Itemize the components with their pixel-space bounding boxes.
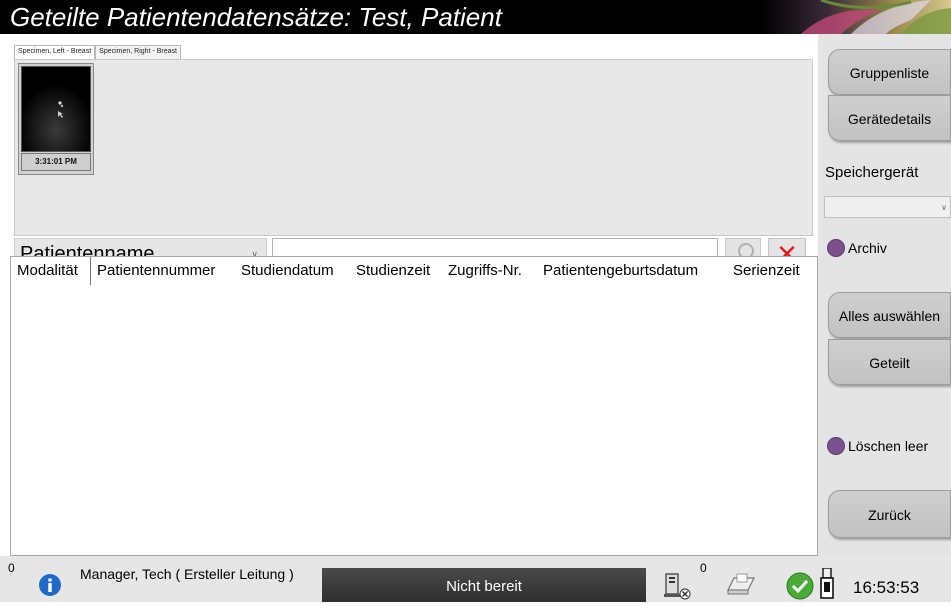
thumbnail-panel: 3:31:01 PM: [14, 59, 813, 236]
column-header-accession[interactable]: Zugriffs-Nr.: [442, 257, 537, 285]
radio-indicator: [827, 437, 845, 455]
ok-check-icon[interactable]: [786, 572, 814, 600]
column-header-birth-date[interactable]: Patientengeburtsdatum: [537, 257, 727, 285]
usb-icon[interactable]: [820, 568, 834, 600]
storage-device-label: Speichergerät: [825, 164, 919, 181]
right-sidebar: Gruppenliste Gerätedetails Speichergerät…: [818, 34, 951, 556]
print-queue-icon[interactable]: [722, 572, 758, 598]
table-header: Modalität Patientennummer Studiendatum S…: [11, 257, 817, 285]
delete-empty-radio[interactable]: Löschen leer: [827, 437, 928, 455]
window-title: Geteilte Patientendatensätze: Test, Pati…: [10, 2, 502, 32]
device-details-button[interactable]: Gerätedetails: [828, 95, 951, 141]
column-header-modality[interactable]: Modalität: [11, 257, 91, 285]
image-thumbnail[interactable]: 3:31:01 PM: [18, 63, 94, 175]
delete-empty-radio-label: Löschen leer: [848, 438, 929, 454]
shared-button[interactable]: Geteilt: [828, 339, 951, 385]
column-header-patient-id[interactable]: Patientennummer: [91, 257, 235, 285]
info-icon[interactable]: [38, 573, 62, 597]
column-header-study-date[interactable]: Studiendatum: [235, 257, 350, 285]
chevron-down-icon: ∨: [941, 203, 947, 212]
archive-radio[interactable]: Archiv: [827, 239, 887, 257]
results-table: Modalität Patientennummer Studiendatum S…: [10, 256, 818, 556]
flower-banner-icon: [761, 0, 951, 34]
status-bar: 0 Manager, Tech ( Ersteller Leitung ) Ni…: [0, 556, 951, 602]
select-all-button[interactable]: Alles auswählen: [828, 292, 951, 338]
tab-specimen-right[interactable]: Specimen, Right - Breast: [95, 45, 181, 60]
column-header-series-time[interactable]: Serienzeit: [727, 257, 815, 285]
storage-device-select[interactable]: ∨: [824, 196, 951, 218]
main-panel: Specimen, Left - Breast Specimen, Right …: [0, 34, 818, 556]
archive-radio-label: Archiv: [848, 240, 887, 256]
title-bar: Geteilte Patientendatensätze: Test, Pati…: [0, 0, 951, 34]
column-header-study-time[interactable]: Studienzeit: [350, 257, 442, 285]
left-count: 0: [8, 561, 15, 575]
back-button[interactable]: Zurück: [828, 490, 951, 538]
specimen-tabs: Specimen, Left - Breast Specimen, Right …: [14, 45, 181, 60]
current-user[interactable]: Manager, Tech ( Ersteller Leitung ): [80, 566, 294, 582]
specimen-image-graphic: [22, 67, 90, 151]
clock: 16:53:53: [853, 578, 920, 597]
thumbnail-timestamp: 3:31:01 PM: [21, 153, 91, 171]
specimen-image: [21, 66, 91, 152]
queue-count: 0: [700, 561, 707, 575]
radio-indicator: [827, 239, 845, 257]
system-status: Nicht bereit: [322, 568, 646, 602]
network-disconnected-icon[interactable]: [662, 572, 692, 600]
tab-specimen-left[interactable]: Specimen, Left - Breast: [14, 45, 96, 60]
group-list-button[interactable]: Gruppenliste: [828, 49, 951, 95]
